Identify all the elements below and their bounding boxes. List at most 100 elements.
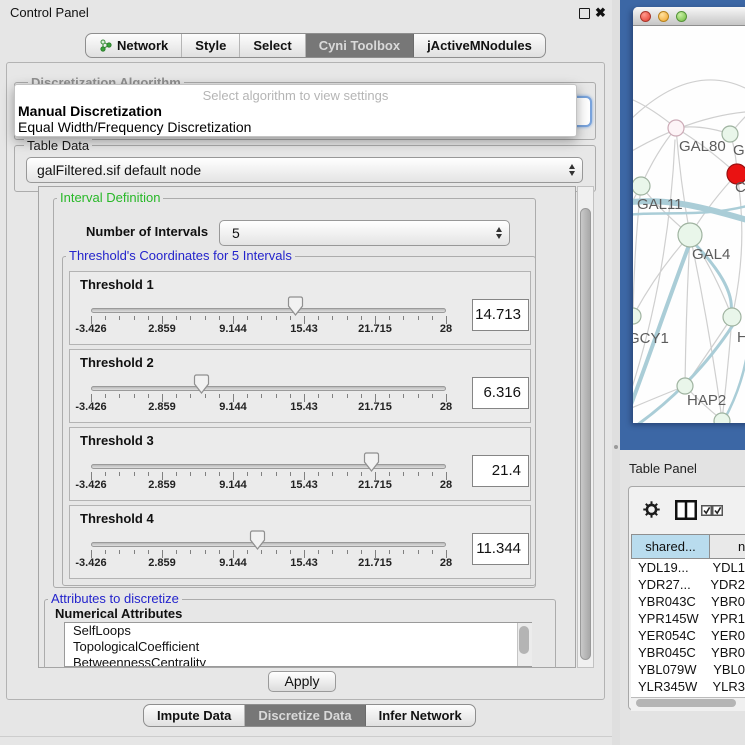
divider-handle-icon — [614, 445, 618, 449]
combo-spinner-icon — [569, 164, 575, 176]
tick-label: -3.426 — [67, 557, 115, 569]
tick-label: 28 — [422, 557, 470, 569]
table-row[interactable]: YBR043CYBR0 — [631, 593, 745, 610]
split-columns-icon[interactable] — [675, 500, 697, 520]
node-label: H — [737, 329, 745, 346]
tick-label: 9.144 — [209, 401, 257, 413]
number-of-intervals-combobox[interactable]: 5 — [219, 220, 510, 246]
algorithm-option-manual[interactable]: Manual Discretization — [18, 103, 162, 119]
cell-name[interactable]: YBR0 — [711, 644, 745, 661]
cell-name[interactable]: YBL0 — [713, 661, 745, 678]
number-of-intervals-label: Number of Intervals — [86, 224, 208, 239]
threshold-value-field[interactable]: 21.4 — [472, 455, 529, 487]
zoom-traffic-light-icon[interactable] — [676, 11, 687, 22]
vertical-scrollbar-thumb[interactable] — [580, 208, 591, 660]
slider-handle[interactable] — [249, 530, 266, 555]
network-node-gal4[interactable] — [678, 223, 702, 247]
threshold-value-field[interactable]: 11.344 — [472, 533, 529, 565]
apply-button[interactable]: Apply — [268, 671, 336, 692]
algorithm-option-equal-width[interactable]: Equal Width/Frequency Discretization — [18, 119, 251, 135]
gear-icon[interactable] — [643, 501, 660, 518]
table-data-combobox[interactable]: galFiltered.sif default node — [26, 157, 583, 183]
network-node-gal11[interactable] — [633, 177, 650, 195]
cell-name[interactable]: YDL1 — [712, 559, 745, 576]
cell-name[interactable]: YBR0 — [711, 593, 745, 610]
cell-name[interactable]: YPR1 — [711, 610, 745, 627]
slider-track[interactable] — [91, 386, 446, 391]
tab-jactivemnodules[interactable]: jActiveMNodules — [414, 34, 545, 57]
node-label: GCY1 — [633, 330, 669, 347]
tick-label: 28 — [422, 479, 470, 491]
tab-label: Select — [253, 38, 291, 53]
cell-shared-name[interactable]: YPR145W — [631, 610, 711, 627]
tick-label: 28 — [422, 323, 470, 335]
table-row[interactable]: YER054CYER0 — [631, 627, 745, 644]
select-columns-icon[interactable] — [701, 504, 724, 517]
cell-shared-name[interactable]: YBR043C — [631, 593, 711, 610]
close-traffic-light-icon[interactable] — [640, 11, 651, 22]
cell-shared-name[interactable]: YBR045C — [631, 644, 711, 661]
threshold-value-field[interactable]: 14.713 — [472, 299, 529, 331]
cell-name[interactable]: YER0 — [711, 627, 745, 644]
tab-infer-network[interactable]: Infer Network — [366, 705, 475, 726]
tick-label: 9.144 — [209, 557, 257, 569]
threshold-value-field[interactable]: 6.316 — [472, 377, 529, 409]
tick-label: 2.859 — [138, 479, 186, 491]
tick-label: 15.43 — [280, 479, 328, 491]
cell-name[interactable]: YDR2 — [710, 576, 745, 593]
tab-network[interactable]: Network — [86, 34, 182, 57]
node-label: GAL80 — [679, 138, 726, 155]
table-row[interactable]: YPR145WYPR1 — [631, 610, 745, 627]
minimize-traffic-light-icon[interactable] — [658, 11, 669, 22]
cell-shared-name[interactable]: YER054C — [631, 627, 711, 644]
network-node-gal80[interactable] — [668, 120, 684, 136]
thresholds-group: Threshold 1-3.4262.8599.14415.4321.71528… — [62, 256, 536, 586]
attribute-item-selfloops[interactable]: SelfLoops — [65, 623, 531, 639]
table-row[interactable]: YBR045CYBR0 — [631, 644, 745, 661]
tab-discretize-data[interactable]: Discretize Data — [245, 705, 365, 726]
column-header-shared-name[interactable]: shared... — [631, 534, 710, 559]
tab-cyni-toolbox[interactable]: Cyni Toolbox — [306, 34, 414, 57]
slider-track[interactable] — [91, 464, 446, 469]
network-node-h[interactable] — [723, 308, 741, 326]
tab-select[interactable]: Select — [240, 34, 305, 57]
tab-impute-data[interactable]: Impute Data — [144, 705, 245, 726]
table-rows[interactable]: YDL19...YDL1YDR27...YDR2YBR043CYBR0YPR14… — [631, 559, 745, 698]
attributes-list-scrollbar-thumb[interactable] — [519, 626, 529, 654]
split-pane-divider[interactable] — [612, 0, 620, 745]
tick-label: 9.144 — [209, 479, 257, 491]
network-edge[interactable] — [633, 235, 690, 316]
table-row[interactable]: YBL079WYBL0 — [631, 661, 745, 678]
close-icon[interactable]: ✖ — [595, 5, 606, 21]
float-window-icon[interactable] — [579, 8, 590, 19]
tick-label: 2.859 — [138, 557, 186, 569]
cell-shared-name[interactable]: YDL19... — [631, 559, 712, 576]
slider-handle[interactable] — [363, 452, 380, 477]
network-graph: GAL80GCGAL11GAL4GCY1HHAP2 — [633, 26, 745, 423]
network-node-gcy1[interactable] — [633, 308, 641, 324]
cell-name[interactable]: YLR3 — [712, 678, 745, 695]
numerical-attributes-list[interactable]: SelfLoopsTopologicalCoefficientBetweenne… — [64, 622, 532, 667]
network-canvas[interactable]: GAL80GCGAL11GAL4GCY1HHAP2 — [633, 26, 745, 423]
network-window-titlebar[interactable] — [633, 7, 745, 26]
cell-shared-name[interactable]: YBL079W — [631, 661, 713, 678]
tab-style[interactable]: Style — [182, 34, 240, 57]
network-node[interactable] — [714, 413, 730, 423]
horizontal-scrollbar-thumb[interactable] — [636, 699, 736, 707]
slider-handle[interactable] — [193, 374, 210, 399]
tick-label: 15.43 — [280, 323, 328, 335]
slider-track[interactable] — [91, 308, 446, 313]
table-row[interactable]: YLR345WYLR3 — [631, 678, 745, 695]
cell-shared-name[interactable]: YLR345W — [631, 678, 712, 695]
cell-shared-name[interactable]: YDR27... — [631, 576, 710, 593]
attribute-item-topologicalcoefficient[interactable]: TopologicalCoefficient — [65, 639, 531, 655]
column-header-name[interactable]: name — [709, 534, 745, 559]
attribute-item-betweennesscentrality[interactable]: BetweennessCentrality — [65, 655, 531, 667]
slider-track[interactable] — [91, 542, 446, 547]
tick-label: -3.426 — [67, 323, 115, 335]
network-icon — [99, 39, 112, 52]
table-row[interactable]: YDL19...YDL1 — [631, 559, 745, 576]
slider-handle[interactable] — [287, 296, 304, 321]
algorithm-hint: Select algorithm to view settings — [15, 88, 576, 103]
table-row[interactable]: YDR27...YDR2 — [631, 576, 745, 593]
